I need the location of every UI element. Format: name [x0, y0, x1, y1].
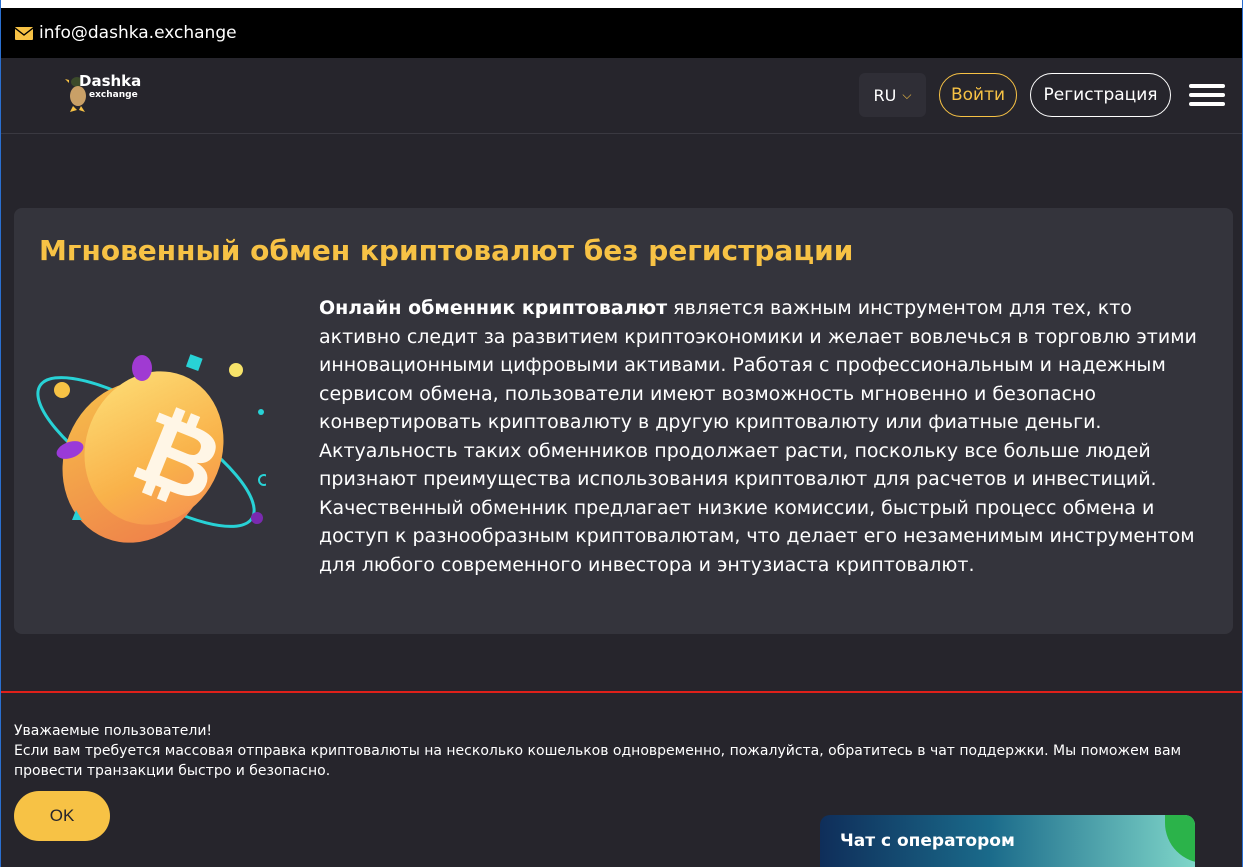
hero-card: Мгновенный обмен криптовалют без регистр… — [14, 208, 1233, 634]
page-title: Мгновенный обмен криптовалют без регистр… — [39, 234, 854, 267]
contact-email[interactable]: info@dashka.exchange — [39, 23, 237, 43]
ok-button[interactable]: OK — [14, 791, 110, 841]
chat-label: Чат с оператором — [840, 831, 1015, 851]
logo-title: Dashka — [79, 72, 142, 90]
notice-banner: Уважаемые пользователи! Если вам требует… — [14, 721, 1229, 781]
chevron-down-icon: ⌵ — [902, 87, 912, 102]
site-header: Dashka exchange RU ⌵ Войти Регистрация — [1, 58, 1242, 134]
chat-decor-icon — [1165, 815, 1195, 863]
notice-greeting: Уважаемые пользователи! — [14, 723, 213, 739]
logo[interactable]: Dashka exchange — [65, 70, 155, 114]
intro-paragraph: Онлайн обменник криптовалют является важ… — [319, 294, 1199, 579]
intro-lead: Онлайн обменник криптовалют — [319, 297, 668, 319]
language-select[interactable]: RU ⌵ — [859, 73, 926, 117]
notice-message: Если вам требуется массовая отправка кри… — [14, 743, 1182, 779]
menu-icon[interactable] — [1189, 84, 1225, 108]
chat-widget[interactable]: Чат с оператором — [820, 815, 1195, 867]
top-strip — [1, 0, 1242, 8]
register-button[interactable]: Регистрация — [1030, 73, 1171, 117]
login-button[interactable]: Войти — [939, 73, 1017, 117]
mail-icon — [15, 26, 33, 40]
notice-divider — [1, 691, 1242, 693]
language-label: RU — [873, 85, 897, 105]
logo-subtitle: exchange — [89, 90, 138, 100]
intro-body: является важным инструментом для тех, кт… — [319, 297, 1197, 576]
bitcoin-coin-illustration: ₿ — [36, 354, 266, 543]
contact-bar: info@dashka.exchange — [1, 8, 1242, 58]
